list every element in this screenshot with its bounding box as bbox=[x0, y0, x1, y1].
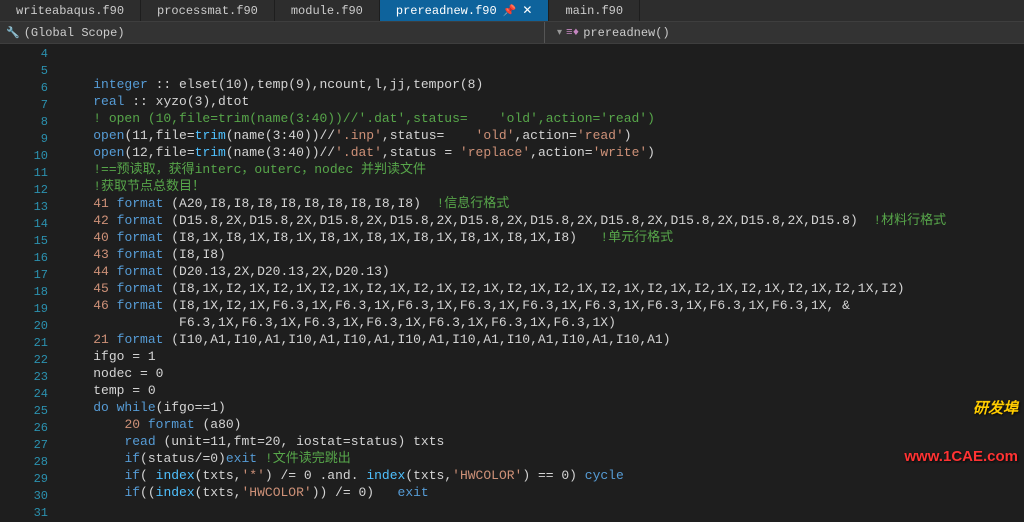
code-area[interactable]: integer :: elset(10),temp(9),ncount,l,jj… bbox=[62, 44, 1024, 501]
code-line[interactable]: if(status/=0)exit !文件读完跳出 bbox=[62, 450, 1024, 467]
scope-dropdown-right[interactable]: ▾ ≡♦ prereadnew() bbox=[544, 22, 670, 43]
line-number: 17 bbox=[0, 267, 48, 284]
tab-module[interactable]: module.f90 bbox=[275, 0, 380, 21]
line-number: 29 bbox=[0, 471, 48, 488]
code-line[interactable]: open(11,file=trim(name(3:40))//'.inp',st… bbox=[62, 127, 1024, 144]
code-line[interactable]: 42 format (D15.8,2X,D15.8,2X,D15.8,2X,D1… bbox=[62, 212, 1024, 229]
line-number: 20 bbox=[0, 318, 48, 335]
tab-main[interactable]: main.f90 bbox=[549, 0, 640, 21]
code-line[interactable]: ! open (10,file=trim(name(3:40))//'.dat'… bbox=[62, 110, 1024, 127]
code-line[interactable]: !获取节点总数目！ bbox=[62, 178, 1024, 195]
tab-label: main.f90 bbox=[565, 4, 623, 18]
function-icon: ≡♦ bbox=[566, 27, 579, 39]
code-line[interactable]: 44 format (D20.13,2X,D20.13,2X,D20.13) bbox=[62, 263, 1024, 280]
line-number: 18 bbox=[0, 284, 48, 301]
code-line[interactable]: read (unit=11,fmt=20, iostat=status) txt… bbox=[62, 433, 1024, 450]
scope-right-label: prereadnew() bbox=[583, 26, 669, 40]
line-number: 6 bbox=[0, 80, 48, 97]
line-number: 28 bbox=[0, 454, 48, 471]
close-icon[interactable]: ✕ bbox=[522, 3, 532, 18]
line-gutter: 4567891011121314151617181920212223242526… bbox=[0, 44, 62, 501]
code-line[interactable]: !==预读取，获得interc，outerc，nodec 并判读文件 bbox=[62, 161, 1024, 178]
line-number: 24 bbox=[0, 386, 48, 403]
line-number: 31 bbox=[0, 505, 48, 522]
site-badge: 研发埠 www.1CAE.com bbox=[904, 367, 1018, 495]
line-number: 23 bbox=[0, 369, 48, 386]
tab-processmat[interactable]: processmat.f90 bbox=[141, 0, 275, 21]
badge-cn: 研发埠 bbox=[904, 397, 1018, 418]
badge-url: www.1CAE.com bbox=[904, 448, 1018, 465]
code-line[interactable]: 20 format (a80) bbox=[62, 416, 1024, 433]
code-line[interactable]: temp = 0 bbox=[62, 382, 1024, 399]
tab-prereadnew[interactable]: prereadnew.f90 📌 ✕ bbox=[380, 0, 550, 21]
pin-icon[interactable]: 📌 bbox=[503, 4, 517, 18]
line-number: 16 bbox=[0, 250, 48, 267]
scope-icon: 🔧 bbox=[6, 26, 20, 40]
line-number: 15 bbox=[0, 233, 48, 250]
line-number: 5 bbox=[0, 63, 48, 80]
code-line[interactable]: 43 format (I8,I8) bbox=[62, 246, 1024, 263]
code-line[interactable]: if( index(txts,'*') /= 0 .and. index(txt… bbox=[62, 467, 1024, 484]
line-number: 4 bbox=[0, 46, 48, 63]
tab-label: processmat.f90 bbox=[157, 4, 258, 18]
line-number: 14 bbox=[0, 216, 48, 233]
line-number: 10 bbox=[0, 148, 48, 165]
scope-left-label: (Global Scope) bbox=[24, 26, 125, 40]
line-number: 8 bbox=[0, 114, 48, 131]
line-number: 13 bbox=[0, 199, 48, 216]
tab-writeabaqus[interactable]: writeabaqus.f90 bbox=[0, 0, 141, 21]
line-number: 7 bbox=[0, 97, 48, 114]
code-line[interactable]: 21 format (I10,A1,I10,A1,I10,A1,I10,A1,I… bbox=[62, 331, 1024, 348]
code-line[interactable]: real :: xyzo(3),dtot bbox=[62, 93, 1024, 110]
line-number: 11 bbox=[0, 165, 48, 182]
code-line[interactable]: 45 format (I8,1X,I2,1X,I2,1X,I2,1X,I2,1X… bbox=[62, 280, 1024, 297]
tab-label: module.f90 bbox=[291, 4, 363, 18]
file-tabbar: writeabaqus.f90 processmat.f90 module.f9… bbox=[0, 0, 1024, 22]
code-line[interactable]: F6.3,1X,F6.3,1X,F6.3,1X,F6.3,1X,F6.3,1X,… bbox=[62, 314, 1024, 331]
code-editor[interactable]: 4567891011121314151617181920212223242526… bbox=[0, 44, 1024, 501]
code-line[interactable]: integer :: elset(10),temp(9),ncount,l,jj… bbox=[62, 76, 1024, 93]
code-line[interactable]: 41 format (A20,I8,I8,I8,I8,I8,I8,I8,I8,I… bbox=[62, 195, 1024, 212]
line-number: 9 bbox=[0, 131, 48, 148]
code-line[interactable]: 46 format (I8,1X,I2,1X,F6.3,1X,F6.3,1X,F… bbox=[62, 297, 1024, 314]
code-line[interactable]: do while(ifgo==1) bbox=[62, 399, 1024, 416]
line-number: 12 bbox=[0, 182, 48, 199]
code-line[interactable]: 40 format (I8,1X,I8,1X,I8,1X,I8,1X,I8,1X… bbox=[62, 229, 1024, 246]
chevron-down-icon: ▾ bbox=[557, 27, 562, 39]
tab-label: prereadnew.f90 bbox=[396, 4, 497, 18]
line-number: 21 bbox=[0, 335, 48, 352]
line-number: 26 bbox=[0, 420, 48, 437]
code-line[interactable]: ifgo = 1 bbox=[62, 348, 1024, 365]
tab-label: writeabaqus.f90 bbox=[16, 4, 124, 18]
code-line[interactable]: nodec = 0 bbox=[62, 365, 1024, 382]
line-number: 25 bbox=[0, 403, 48, 420]
line-number: 19 bbox=[0, 301, 48, 318]
scope-dropdown-left[interactable]: 🔧 (Global Scope) bbox=[0, 26, 544, 40]
line-number: 30 bbox=[0, 488, 48, 505]
scope-bar: 🔧 (Global Scope) ▾ ≡♦ prereadnew() bbox=[0, 22, 1024, 44]
code-line[interactable]: open(12,file=trim(name(3:40))//'.dat',st… bbox=[62, 144, 1024, 161]
line-number: 22 bbox=[0, 352, 48, 369]
code-line[interactable]: if((index(txts,'HWCOLOR')) /= 0) exit bbox=[62, 484, 1024, 501]
line-number: 27 bbox=[0, 437, 48, 454]
